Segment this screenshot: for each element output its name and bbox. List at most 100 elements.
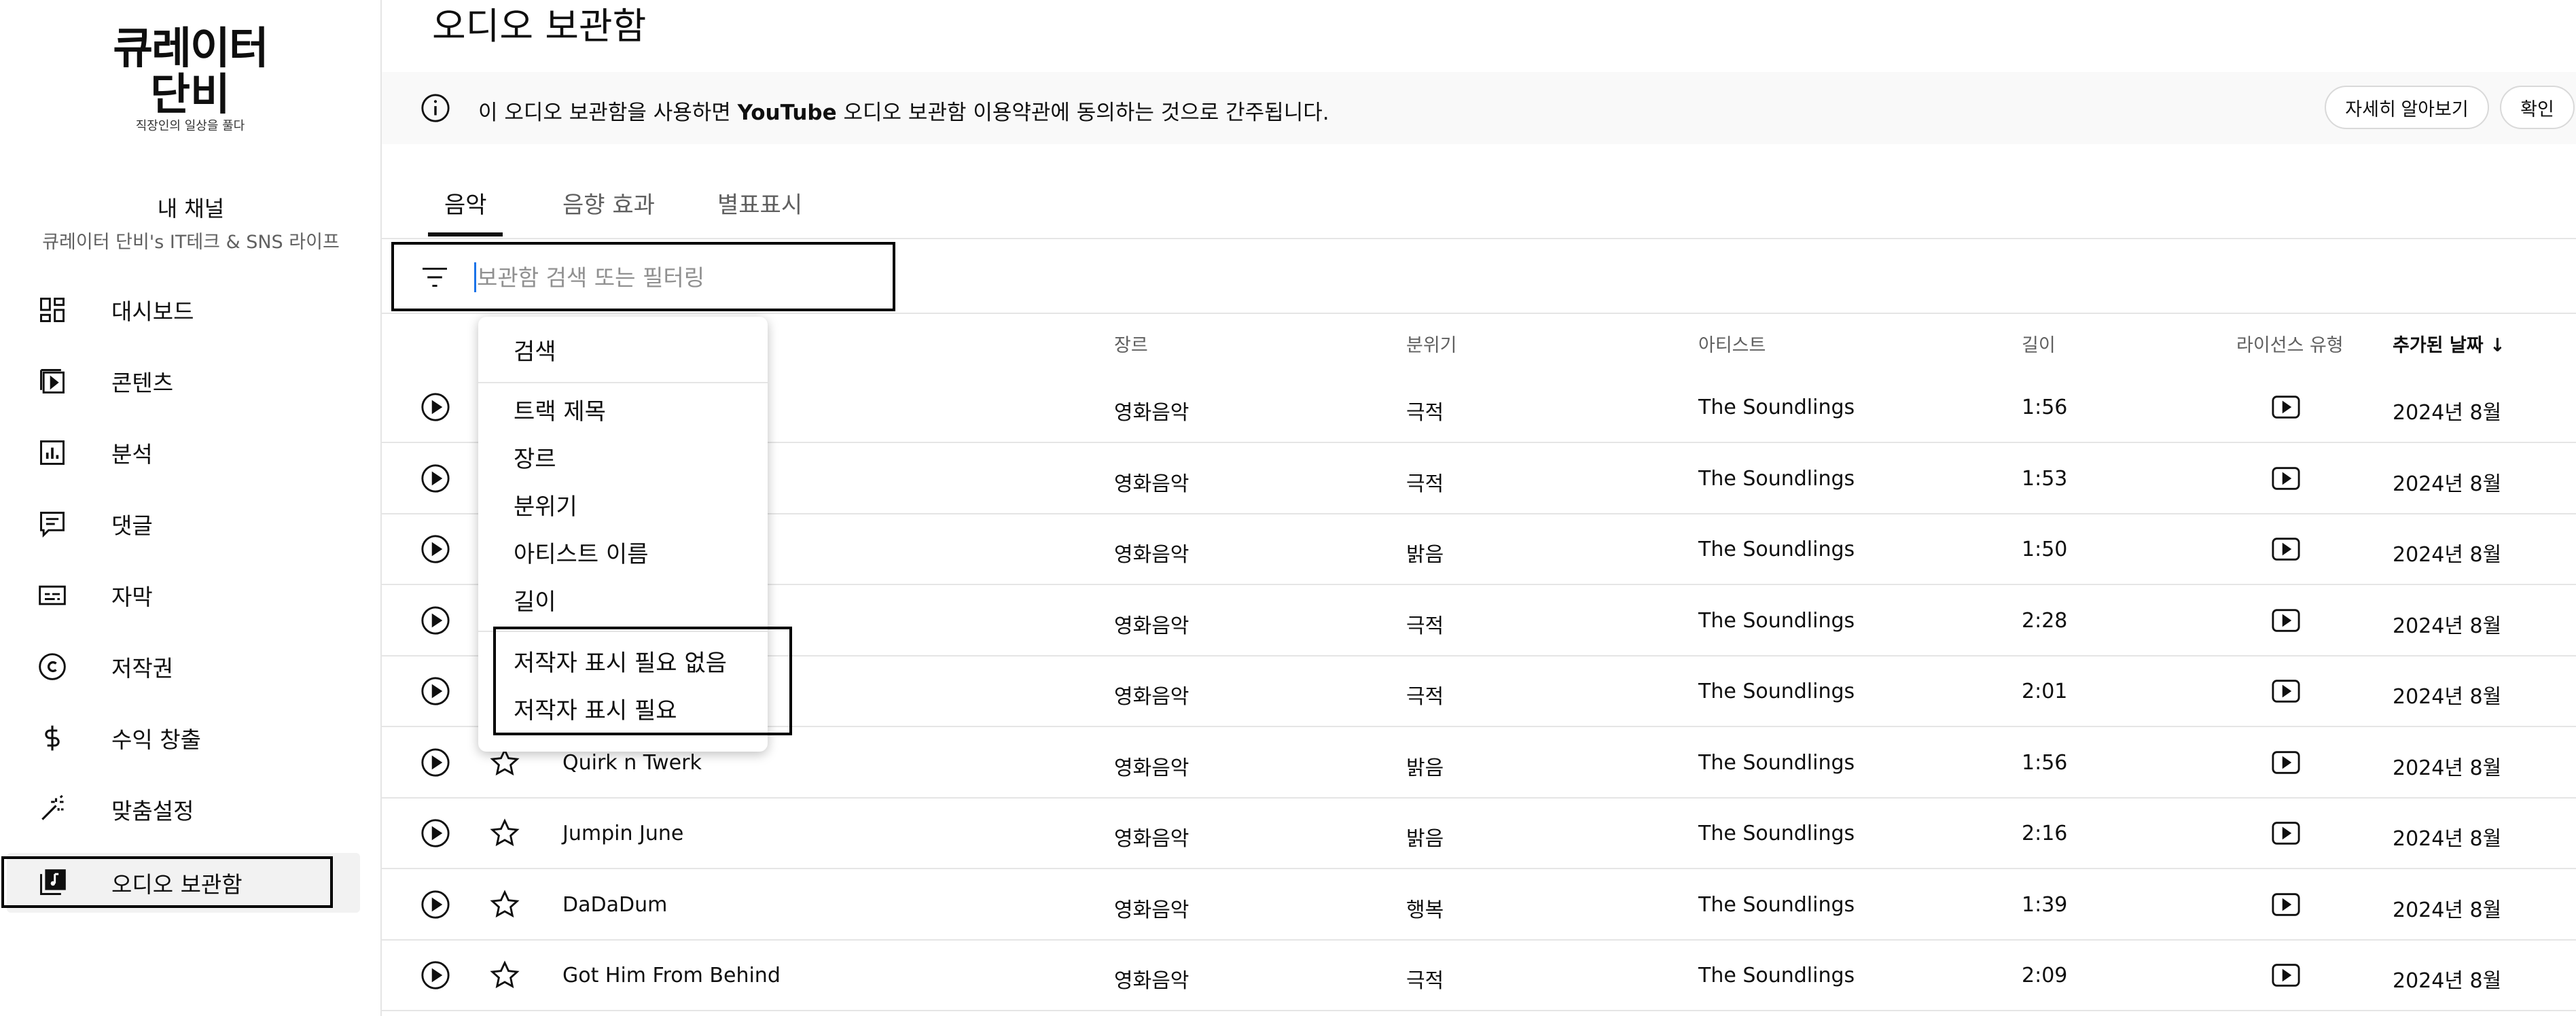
comments-icon	[37, 508, 68, 540]
play-icon[interactable]	[420, 747, 451, 778]
banner-text-after: 오디오 보관함 이용약관에 동의하는 것으로 간주됩니다.	[836, 101, 1329, 125]
table-row[interactable]: Got Him From Behind 영화음악 극적 The Soundlings 2…	[382, 941, 2576, 1011]
track-title: Got Him From Behind	[562, 964, 781, 987]
sidebar-item-label: 분석	[111, 441, 153, 468]
sidebar-item-label: 수익 창출	[111, 726, 201, 753]
column-header-genre[interactable]: 장르	[1114, 330, 1148, 357]
play-icon[interactable]	[420, 960, 451, 991]
tab-starred[interactable]: 별표표시	[717, 186, 802, 220]
track-genre: 영화음악	[1114, 756, 1189, 780]
star-icon[interactable]	[489, 960, 520, 991]
track-genre: 영화음악	[1114, 401, 1189, 425]
track-genre: 영화음악	[1114, 543, 1189, 567]
track-duration: 2:09	[2022, 964, 2068, 987]
sidebar-item-label: 저작권	[111, 655, 174, 682]
track-artist: The Soundlings	[1698, 608, 1855, 633]
play-icon[interactable]	[420, 391, 451, 423]
tab-music[interactable]: 음악	[444, 186, 487, 220]
youtube-license-icon	[2270, 961, 2302, 989]
track-added-date: 2024년 8월	[2393, 614, 2502, 638]
sort-arrow-icon: ↓	[2490, 335, 2505, 356]
banner-text-bold: YouTube	[737, 101, 837, 125]
track-artist: The Soundlings	[1698, 750, 1855, 775]
track-duration: 1:56	[2022, 396, 2068, 419]
table-row[interactable]: Jumpin June 영화음악 밝음 The Soundlings 2:16 2024년…	[382, 799, 2576, 869]
track-duration: 1:53	[2022, 466, 2068, 491]
track-duration: 1:56	[2022, 750, 2068, 775]
subtitles-icon	[37, 580, 68, 611]
track-mood: 극적	[1406, 969, 1444, 993]
logo-line-1: 큐레이터	[113, 24, 269, 74]
menu-item-duration[interactable]: 길이	[514, 583, 556, 616]
logo-line-3: 직장인의 일상을 풀다	[135, 119, 245, 133]
filter-bar[interactable]	[391, 242, 895, 311]
play-icon[interactable]	[420, 463, 451, 494]
menu-item-genre[interactable]: 장르	[514, 440, 556, 474]
track-genre: 영화음악	[1114, 614, 1189, 638]
play-icon[interactable]	[420, 605, 451, 636]
track-duration: 1:39	[2022, 892, 2068, 917]
tab-sound-effects[interactable]: 음향 효과	[562, 186, 655, 220]
sidebar-selection-box	[1, 856, 333, 908]
sidebar-item-content[interactable]: 콘텐츠	[7, 351, 360, 411]
youtube-license-icon	[2270, 606, 2302, 635]
learn-more-button[interactable]: 자세히 알아보기	[2325, 86, 2489, 129]
filter-input[interactable]	[476, 260, 872, 295]
column-header-duration[interactable]: 길이	[2022, 330, 2056, 357]
sidebar-item-customization[interactable]: 맞춤설정	[7, 779, 360, 839]
play-icon[interactable]	[420, 533, 451, 565]
play-icon[interactable]	[420, 889, 451, 920]
track-genre: 영화음악	[1114, 685, 1189, 709]
column-header-mood[interactable]: 분위기	[1406, 330, 1457, 357]
youtube-license-icon	[2270, 535, 2302, 563]
track-mood: 행복	[1406, 898, 1444, 922]
sidebar-item-subtitles[interactable]: 자막	[7, 565, 360, 625]
track-title: Quirk n Twerk	[562, 750, 702, 775]
table-row[interactable]: DaDaDum 영화음악 행복 The Soundlings 1:39 2024년 8월	[382, 870, 2576, 941]
track-artist: The Soundlings	[1698, 466, 1855, 491]
channel-logo[interactable]: 큐레이터 단비 직장인의 일상을 풀다	[102, 26, 279, 155]
menu-item-artist-name[interactable]: 아티스트 이름	[514, 536, 649, 569]
column-header-artist[interactable]: 아티스트	[1698, 330, 1766, 357]
track-added-date: 2024년 8월	[2393, 543, 2502, 567]
track-artist: The Soundlings	[1698, 964, 1855, 987]
track-duration: 2:28	[2022, 608, 2068, 633]
track-added-date: 2024년 8월	[2393, 756, 2502, 780]
banner-text: 이 오디오 보관함을 사용하면 YouTube 오디오 보관함 이용약관에 동의…	[478, 95, 1329, 126]
sidebar-item-monetization[interactable]: 수익 창출	[7, 708, 360, 768]
column-header-added-date[interactable]: 추가된 날짜 ↓	[2393, 330, 2505, 357]
column-header-license[interactable]: 라이선스 유형	[2236, 330, 2344, 357]
confirm-button[interactable]: 확인	[2500, 86, 2575, 129]
sidebar-item-label: 콘텐츠	[111, 370, 174, 396]
track-artist: The Soundlings	[1698, 396, 1855, 419]
menu-item-track-title[interactable]: 트랙 제목	[514, 393, 606, 426]
sidebar-item-analytics[interactable]: 분석	[7, 423, 360, 483]
sidebar: 큐레이터 단비 직장인의 일상을 풀다 내 채널 큐레이터 단비's IT테크 …	[0, 0, 382, 1016]
play-icon[interactable]	[420, 818, 451, 849]
sidebar-item-copyright[interactable]: 저작권	[7, 637, 360, 697]
youtube-license-icon	[2270, 677, 2302, 705]
track-genre: 영화음악	[1114, 898, 1189, 922]
track-mood: 밝음	[1406, 827, 1444, 851]
content-icon	[37, 366, 68, 397]
menu-item-search[interactable]: 검색	[514, 333, 556, 366]
channel-name: 큐레이터 단비's IT테크 & SNS 라이프	[42, 232, 340, 253]
divider	[382, 238, 2576, 239]
star-icon[interactable]	[489, 818, 520, 849]
youtube-license-icon	[2270, 464, 2302, 493]
filter-icon[interactable]	[420, 265, 450, 290]
menu-divider	[478, 382, 768, 383]
sidebar-item-label: 맞춤설정	[111, 798, 194, 824]
sidebar-item-dashboard[interactable]: 대시보드	[7, 280, 360, 340]
menu-item-mood[interactable]: 분위기	[514, 488, 577, 521]
tab-bar: 음악 음향 효과 별표표시	[382, 170, 2576, 238]
track-mood: 극적	[1406, 472, 1444, 496]
terms-banner: 이 오디오 보관함을 사용하면 YouTube 오디오 보관함 이용약관에 동의…	[382, 72, 2576, 144]
track-duration: 1:50	[2022, 538, 2068, 561]
track-added-date: 2024년 8월	[2393, 472, 2502, 496]
star-icon[interactable]	[489, 889, 520, 920]
logo-line-2: 단비	[150, 70, 230, 120]
track-added-date: 2024년 8월	[2393, 898, 2502, 922]
play-icon[interactable]	[420, 676, 451, 707]
sidebar-item-comments[interactable]: 댓글	[7, 494, 360, 554]
